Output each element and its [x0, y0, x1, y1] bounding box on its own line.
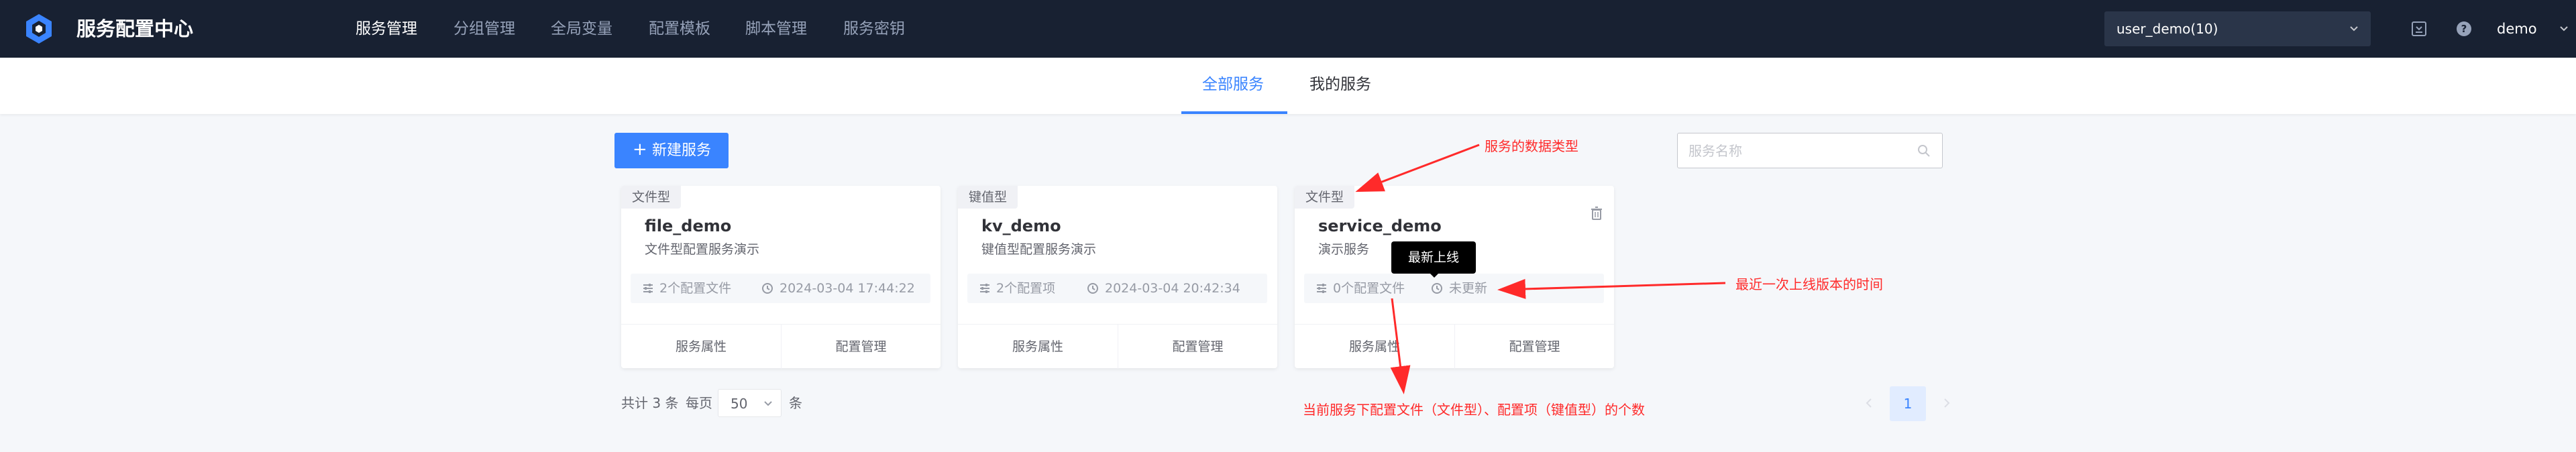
per-page-select[interactable]: 50	[718, 389, 782, 417]
service-description: 文件型配置服务演示	[645, 242, 760, 257]
new-service-button[interactable]: + 新建服务	[614, 133, 729, 168]
config-management-button[interactable]: 配置管理	[781, 325, 941, 369]
clock-icon	[762, 283, 773, 294]
docs-icon[interactable]	[2410, 19, 2428, 38]
chevron-right-icon[interactable]	[1939, 396, 1954, 410]
clock-icon	[1087, 283, 1098, 294]
search-icon[interactable]	[1917, 144, 1931, 158]
release-tooltip: 最新上线	[1391, 241, 1476, 274]
annotation-config-count: 当前服务下配置文件（文件型）、配置项（键值型）的个数	[1303, 402, 1645, 418]
annotation-data-type: 服务的数据类型	[1485, 138, 1578, 154]
last-release-time: 2024-03-04 20:42:34	[1105, 281, 1240, 296]
service-info-bar: 2个配置项 2024-03-04 20:42:34	[967, 274, 1267, 303]
config-list-icon	[643, 284, 653, 293]
service-card[interactable]: 文件型 service_demo 演示服务 0个配置文件 未更新 服务属性 配置…	[1295, 186, 1614, 369]
service-properties-button[interactable]: 服务属性	[958, 325, 1118, 369]
search-input[interactable]	[1688, 142, 1910, 160]
last-release-time: 未更新	[1449, 281, 1488, 296]
tab-my-services[interactable]: 我的服务	[1309, 74, 1371, 95]
config-management-button[interactable]: 配置管理	[1118, 325, 1277, 369]
svg-text:?: ?	[2461, 23, 2467, 35]
nav-item-service-keys[interactable]: 服务密钥	[843, 18, 905, 40]
card-actions: 服务属性 配置管理	[958, 324, 1277, 369]
config-list-icon	[1317, 284, 1326, 293]
service-description: 键值型配置服务演示	[981, 242, 1097, 257]
search-box[interactable]	[1677, 133, 1943, 168]
card-actions: 服务属性 配置管理	[1295, 324, 1614, 369]
chevron-left-icon[interactable]	[1862, 396, 1876, 410]
nav-item-global-variables[interactable]: 全局变量	[551, 18, 612, 40]
new-service-button-label: 新建服务	[652, 142, 712, 159]
tab-active-indicator	[1181, 111, 1287, 114]
card-actions: 服务属性 配置管理	[621, 324, 941, 369]
service-type-tag: 文件型	[1295, 186, 1355, 209]
service-name: file_demo	[645, 217, 732, 235]
last-release-time: 2024-03-04 17:44:22	[780, 281, 915, 296]
trash-icon[interactable]	[1590, 206, 1603, 221]
app-title: 服务配置中心	[76, 17, 194, 40]
nav-item-service-management[interactable]: 服务管理	[356, 18, 417, 40]
per-page-unit: 条	[789, 395, 802, 411]
top-navigation: 服务配置中心 服务管理 分组管理 全局变量 配置模板 脚本管理 服务密钥 use…	[0, 0, 2576, 58]
business-select[interactable]: user_demo(10)	[2104, 11, 2371, 46]
help-icon[interactable]: ?	[2455, 19, 2473, 38]
service-properties-button[interactable]: 服务属性	[1295, 325, 1454, 369]
clock-icon	[1432, 283, 1442, 294]
annotation-last-release: 最近一次上线版本的时间	[1735, 276, 1883, 292]
service-description: 演示服务	[1318, 242, 1370, 257]
service-info-bar: 2个配置文件 2024-03-04 17:44:22	[631, 274, 930, 303]
config-count: 2个配置项	[996, 281, 1056, 296]
page-number-current[interactable]: 1	[1890, 386, 1926, 421]
per-page-value: 50	[731, 396, 748, 412]
nav-item-config-templates[interactable]: 配置模板	[649, 18, 710, 40]
service-type-tag: 文件型	[621, 186, 682, 209]
chevron-down-icon	[2350, 26, 2358, 32]
plus-icon: +	[633, 139, 647, 160]
service-type-tag: 键值型	[958, 186, 1018, 209]
config-count: 2个配置文件	[659, 281, 732, 296]
service-tabs: 全部服务 我的服务	[0, 58, 2576, 114]
service-properties-button[interactable]: 服务属性	[621, 325, 781, 369]
service-card[interactable]: 文件型 file_demo 文件型配置服务演示 2个配置文件 2024-03-0…	[621, 186, 941, 369]
per-page-label: 每页	[686, 395, 712, 411]
service-name: kv_demo	[981, 217, 1061, 235]
tab-all-services[interactable]: 全部服务	[1202, 74, 1264, 95]
user-name[interactable]: demo	[2497, 19, 2537, 38]
tooltip-arrow	[1429, 272, 1440, 278]
config-count: 0个配置文件	[1333, 281, 1405, 296]
total-count: 共计 3 条	[621, 395, 679, 411]
config-management-button[interactable]: 配置管理	[1454, 325, 1614, 369]
service-name: service_demo	[1318, 217, 1442, 235]
chevron-down-icon[interactable]	[2558, 23, 2570, 35]
logo-icon	[26, 14, 52, 44]
nav-item-group-management[interactable]: 分组管理	[453, 18, 515, 40]
business-select-value: user_demo(10)	[2116, 21, 2218, 37]
nav-item-script-management[interactable]: 脚本管理	[745, 18, 807, 40]
config-list-icon	[980, 284, 989, 293]
service-info-bar: 0个配置文件 未更新	[1304, 274, 1604, 303]
chevron-down-icon	[764, 401, 772, 406]
service-card[interactable]: 键值型 kv_demo 键值型配置服务演示 2个配置项 2024-03-04 2…	[958, 186, 1277, 369]
